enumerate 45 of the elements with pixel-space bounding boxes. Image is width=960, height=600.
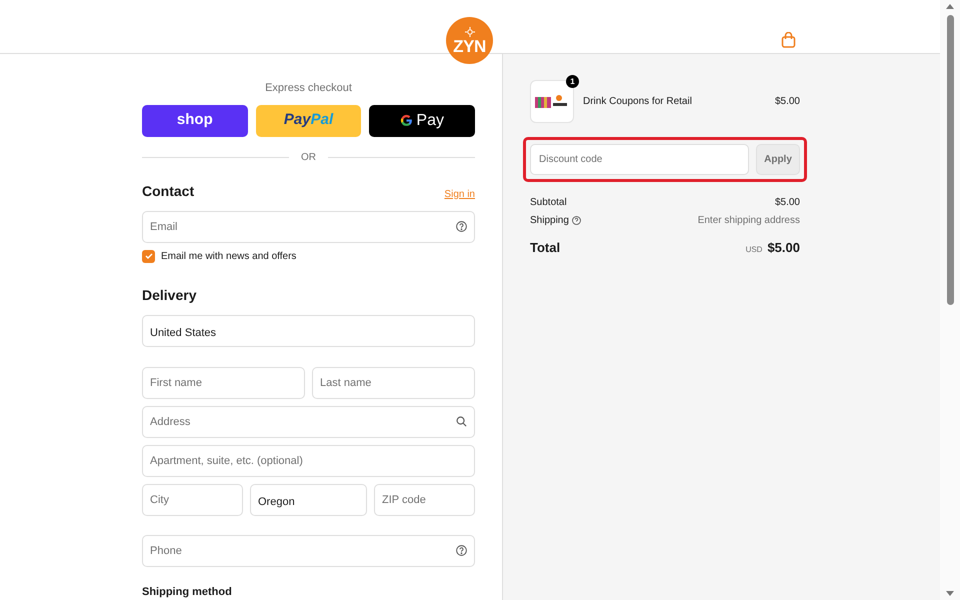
shopping-bag-icon[interactable] (781, 32, 796, 48)
checkmark-icon (144, 252, 152, 260)
apply-button[interactable]: Apply (756, 144, 800, 175)
input-field[interactable]: City (142, 484, 243, 516)
section-heading: Delivery (142, 286, 198, 305)
scrollbar[interactable] (940, 0, 960, 600)
total-value: $5.00 (767, 239, 800, 257)
search-icon[interactable] (456, 416, 467, 426)
scroll-down-icon[interactable] (946, 591, 954, 596)
input-field[interactable]: Last name (312, 366, 475, 398)
discount-code-field[interactable]: Discount code (530, 144, 749, 175)
total-label: Total (530, 239, 560, 257)
coupon-image-drawing (535, 94, 569, 110)
section-heading: Shipping method (142, 584, 233, 600)
select-field[interactable]: Oregon (250, 484, 367, 516)
help-icon[interactable] (456, 544, 467, 556)
input-field[interactable]: Email (142, 210, 475, 242)
scrollbar-thumb[interactable] (946, 15, 954, 305)
google-g-icon (400, 114, 414, 127)
select-field[interactable]: United States (142, 314, 475, 346)
input-field[interactable]: Apartment, suite, etc. (optional) (142, 444, 475, 476)
help-icon[interactable] (456, 220, 467, 232)
summary-value: Enter shipping address (698, 214, 800, 228)
input-field[interactable]: Phone (142, 534, 475, 566)
paypal-button[interactable]: PayPal (256, 104, 362, 136)
summary-value: $5.00 (774, 196, 800, 210)
input-field[interactable]: First name (142, 366, 305, 398)
summary-label: Subtotal (530, 196, 567, 210)
help-icon[interactable] (572, 216, 581, 225)
scroll-up-icon[interactable] (946, 4, 954, 9)
section-heading: Contact (142, 182, 194, 200)
currency-code: USD (746, 244, 762, 256)
summary-label: Shipping (530, 214, 569, 228)
divider-label: OR (301, 150, 316, 164)
section-label: Express checkout (265, 81, 352, 96)
checkbox[interactable] (142, 250, 155, 262)
checkbox-label[interactable]: Email me with news and offers (161, 248, 296, 264)
quantity-badge: 1 (566, 75, 579, 88)
sun-icon (464, 26, 474, 36)
shop-pay-button[interactable]: shop (142, 104, 248, 136)
product-price: $5.00 (774, 95, 800, 109)
product-name: Drink Coupons for Retail (583, 95, 693, 109)
input-field[interactable]: Address (142, 406, 475, 438)
google-pay-button[interactable]: Pay (369, 104, 476, 136)
input-field[interactable]: ZIP code (374, 484, 475, 516)
